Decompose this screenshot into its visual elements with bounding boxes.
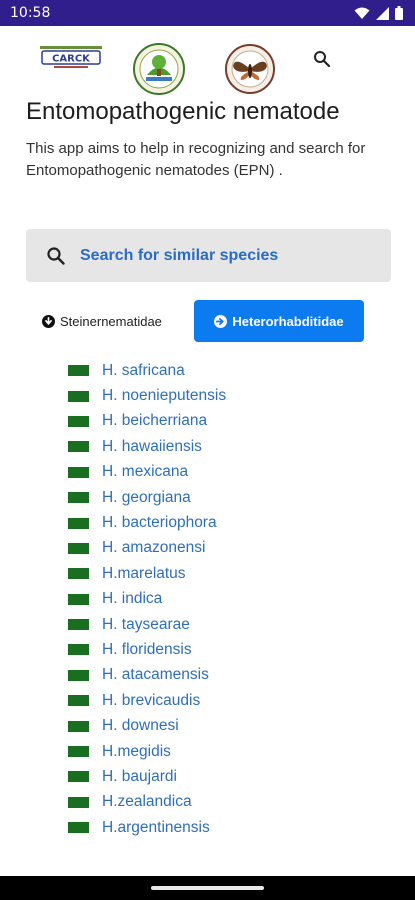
list-item[interactable]: H. georgiana — [68, 485, 226, 510]
species-link[interactable]: H. taysearae — [102, 616, 190, 634]
flag-icon — [68, 796, 89, 808]
wifi-icon — [354, 7, 370, 19]
list-item[interactable]: H. baujardi — [68, 764, 226, 789]
arrow-right-circle-icon — [214, 314, 228, 328]
tab-heterorhabditidae-label: Heterorhabditidae — [232, 313, 344, 329]
flag-icon — [68, 746, 89, 758]
species-link[interactable]: H. hawaiiensis — [102, 438, 202, 456]
status-bar: 10:58 — [0, 0, 415, 26]
search-icon — [47, 246, 65, 265]
flag-icon — [68, 695, 89, 707]
home-gesture-handle[interactable] — [151, 886, 264, 890]
search-similar-species-button[interactable]: Search for similar species — [26, 229, 391, 282]
list-item[interactable]: H. taysearae — [68, 612, 226, 637]
list-item[interactable]: H. beicherriana — [68, 409, 226, 434]
flag-icon — [68, 365, 89, 377]
list-item[interactable]: H.marelatus — [68, 561, 226, 586]
species-link[interactable]: H. downesi — [102, 717, 179, 735]
battery-icon — [395, 6, 403, 20]
species-link[interactable]: H. georgiana — [102, 489, 191, 507]
species-link[interactable]: H. atacamensis — [102, 666, 209, 684]
carck-logo-text: CARCK — [52, 54, 91, 65]
list-item[interactable]: H. indica — [68, 587, 226, 612]
list-item[interactable]: H. atacamensis — [68, 663, 226, 688]
flag-icon — [68, 822, 89, 834]
species-link[interactable]: H. indica — [102, 590, 162, 608]
list-item[interactable]: H. bacteriophora — [68, 510, 226, 535]
header: CARCK — [0, 38, 415, 100]
species-link[interactable]: H. mexicana — [102, 463, 188, 481]
species-link[interactable]: H. brevicaudis — [102, 692, 200, 710]
list-item[interactable]: H. floridensis — [68, 637, 226, 662]
tab-heterorhabditidae[interactable]: Heterorhabditidae — [194, 300, 364, 342]
species-link[interactable]: H. beicherriana — [102, 412, 207, 430]
navigation-bar — [0, 876, 415, 900]
list-item[interactable]: H. amazonensi — [68, 536, 226, 561]
species-link[interactable]: H. amazonensi — [102, 539, 205, 557]
flag-icon — [68, 669, 89, 681]
flag-icon — [68, 771, 89, 783]
signal-icon — [376, 6, 389, 20]
search-similar-species-label: Search for similar species — [80, 246, 279, 264]
species-link[interactable]: H. floridensis — [102, 641, 192, 659]
flag-icon — [68, 644, 89, 656]
species-link[interactable]: H. baujardi — [102, 768, 177, 786]
moth-seal-logo — [225, 44, 275, 94]
flag-icon — [68, 619, 89, 631]
status-time: 10:58 — [10, 5, 51, 21]
list-item[interactable]: H. hawaiiensis — [68, 434, 226, 459]
flag-icon — [68, 517, 89, 529]
flag-icon — [68, 441, 89, 453]
species-link[interactable]: H.argentinensis — [102, 819, 210, 837]
species-link[interactable]: H.marelatus — [102, 565, 186, 583]
list-item[interactable]: H. downesi — [68, 713, 226, 738]
flag-icon — [68, 466, 89, 478]
species-link[interactable]: H. safricana — [102, 362, 185, 380]
family-tabs: Steinernematidae Heterorhabditidae — [26, 300, 391, 342]
flag-icon — [68, 542, 89, 554]
species-list: H. safricana H. noenieputensis H. beiche… — [68, 358, 226, 840]
flag-icon — [68, 390, 89, 402]
flag-icon — [68, 720, 89, 732]
species-link[interactable]: H. bacteriophora — [102, 514, 217, 532]
species-link[interactable]: H.zealandica — [102, 793, 192, 811]
species-link[interactable]: H.megidis — [102, 743, 171, 761]
tab-steinernematidae-label: Steinernematidae — [60, 313, 162, 329]
carck-logo: CARCK — [40, 46, 102, 68]
flag-icon — [68, 568, 89, 580]
list-item[interactable]: H. mexicana — [68, 460, 226, 485]
species-link[interactable]: H. noenieputensis — [102, 387, 226, 405]
flag-icon — [68, 492, 89, 504]
green-seal-logo — [133, 43, 185, 95]
list-item[interactable]: H.argentinensis — [68, 815, 226, 840]
status-icons — [354, 6, 403, 20]
tab-steinernematidae[interactable]: Steinernematidae — [42, 300, 162, 342]
list-item[interactable]: H.zealandica — [68, 790, 226, 815]
list-item[interactable]: H. brevicaudis — [68, 688, 226, 713]
list-item[interactable]: H.megidis — [68, 739, 226, 764]
flag-icon — [68, 593, 89, 605]
arrow-down-circle-icon — [42, 314, 55, 328]
flag-icon — [68, 415, 89, 427]
page-description: This app aims to help in recognizing and… — [26, 140, 366, 179]
list-item[interactable]: H. safricana — [68, 358, 226, 383]
page-title: Entomopathogenic nematode — [26, 98, 340, 125]
search-icon[interactable] — [313, 50, 331, 68]
list-item[interactable]: H. noenieputensis — [68, 383, 226, 408]
